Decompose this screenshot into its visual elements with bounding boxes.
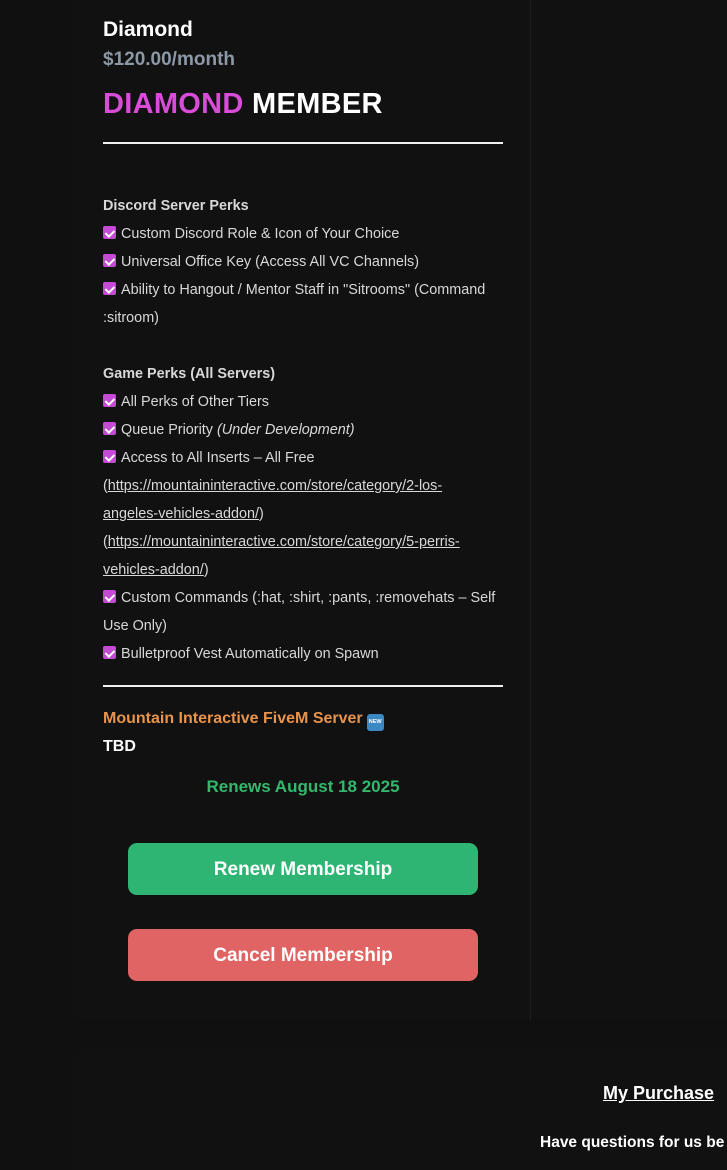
- new-icon: NEW: [366, 714, 384, 731]
- perk-item-continuation: Use Only): [103, 618, 167, 634]
- checkbox-icon: [103, 226, 116, 239]
- divider-top: [103, 142, 503, 144]
- perk-item: Access to All Inserts – All Free: [103, 444, 503, 472]
- server-name: Mountain Interactive FiveM Server NEW: [103, 710, 384, 731]
- plan-headline: DIAMOND MEMBER: [103, 88, 383, 121]
- game-perks-title: Game Perks (All Servers): [103, 366, 275, 382]
- perk-note: (Under Development): [216, 422, 355, 438]
- page: Diamond $120.00/month DIAMOND MEMBER Dis…: [0, 0, 727, 1170]
- renewal-date: Renews August 18 2025: [206, 777, 400, 796]
- server-status: TBD: [103, 738, 136, 755]
- divider-bottom: [103, 685, 503, 687]
- questions-text: Have questions for us be: [540, 1134, 725, 1151]
- insert-link-line: (https://mountaininteractive.com/store/c…: [103, 478, 443, 494]
- discord-perks-title: Discord Server Perks: [103, 198, 249, 214]
- plan-price: $120.00/month: [103, 49, 235, 70]
- perk-item-continuation: :sitroom): [103, 310, 159, 326]
- insert-link-line: vehicles-addon/): [103, 562, 209, 578]
- perk-item: Universal Office Key (Access All VC Chan…: [103, 248, 503, 276]
- checkbox-icon: [103, 450, 116, 463]
- perk-item: Queue Priority (Under Development): [103, 416, 503, 444]
- renew-membership-button[interactable]: Renew Membership: [128, 843, 478, 895]
- checkbox-icon: [103, 422, 116, 435]
- los-angeles-vehicles-link[interactable]: https://mountaininteractive.com/store/ca…: [108, 478, 442, 494]
- los-angeles-vehicles-link-cont[interactable]: angeles-vehicles-addon/: [103, 506, 259, 522]
- plan-name: Diamond: [103, 18, 193, 41]
- headline-rest: MEMBER: [252, 88, 383, 120]
- checkbox-icon: [103, 254, 116, 267]
- perris-vehicles-link-cont[interactable]: vehicles-addon/: [103, 562, 204, 578]
- column-divider: [530, 0, 531, 1020]
- insert-link-line: (https://mountaininteractive.com/store/c…: [103, 534, 460, 550]
- perk-item: All Perks of Other Tiers: [103, 388, 503, 416]
- perk-item: Ability to Hangout / Mentor Staff in "Si…: [103, 276, 503, 304]
- perk-item: Custom Discord Role & Icon of Your Choic…: [103, 220, 503, 248]
- checkbox-icon: [103, 590, 116, 603]
- perris-vehicles-link[interactable]: https://mountaininteractive.com/store/ca…: [108, 534, 460, 550]
- checkbox-icon: [103, 282, 116, 295]
- checkbox-icon: [103, 646, 116, 659]
- cancel-membership-button[interactable]: Cancel Membership: [128, 929, 478, 981]
- checkbox-icon: [103, 394, 116, 407]
- my-purchases-link[interactable]: My Purchase: [603, 1083, 714, 1104]
- perk-item: Custom Commands (:hat, :shirt, :pants, :…: [103, 584, 503, 612]
- perk-item: Bulletproof Vest Automatically on Spawn: [103, 640, 503, 668]
- perks-list: Discord Server Perks Custom Discord Role…: [103, 192, 503, 668]
- headline-accent: DIAMOND: [103, 88, 244, 120]
- insert-link-line: angeles-vehicles-addon/): [103, 506, 264, 522]
